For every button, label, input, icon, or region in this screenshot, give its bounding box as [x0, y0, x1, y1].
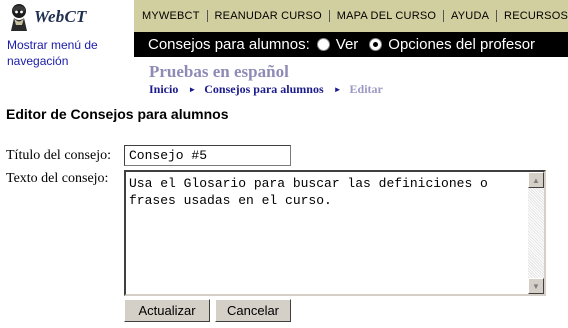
nav-divider [496, 10, 498, 22]
course-title: Pruebas en español [149, 62, 289, 81]
tips-bar-label: Consejos para alumnos: [148, 36, 310, 53]
tip-text-label: Texto del consejo: [6, 171, 109, 186]
tip-text-content[interactable]: Usa el Glosario para buscar las definici… [129, 175, 525, 209]
breadcrumb: Inicio ► Consejos para alumnos ► Editar [149, 82, 383, 97]
textarea-scrollbar[interactable]: ▲ ▼ [528, 172, 544, 294]
logo-text: WebCT [34, 7, 87, 26]
nav-mywebct[interactable]: MYWEBCT [142, 10, 200, 22]
top-navigation-bar: MYWEBCT REANUDAR CURSO MAPA DEL CURSO AY… [134, 0, 568, 32]
cancel-button[interactable]: Cancelar [215, 299, 291, 322]
webct-logo-figure-icon [11, 4, 27, 31]
radio-ver[interactable] [316, 38, 330, 51]
radio-opciones-profesor[interactable] [369, 38, 383, 51]
nav-divider [443, 10, 445, 22]
breadcrumb-inicio[interactable]: Inicio [149, 82, 178, 96]
scroll-up-icon[interactable]: ▲ [528, 172, 544, 188]
webct-logo[interactable]: WebCT [4, 3, 129, 31]
tip-text-textarea[interactable]: Usa el Glosario para buscar las definici… [124, 170, 546, 296]
student-tips-bar: Consejos para alumnos: Ver Opciones del … [134, 32, 568, 57]
page-title: Editor de Consejos para alumnos [6, 106, 229, 122]
nav-ayuda[interactable]: AYUDA [451, 10, 489, 22]
update-button[interactable]: Actualizar [124, 299, 210, 322]
radio-opciones-profesor-label[interactable]: Opciones del profesor [388, 36, 535, 53]
breadcrumb-current: Editar [349, 82, 383, 96]
breadcrumb-consejos[interactable]: Consejos para alumnos [204, 82, 323, 96]
breadcrumb-arrow-icon: ► [333, 85, 342, 94]
nav-recursos[interactable]: RECURSOS [504, 10, 568, 22]
nav-reanudar-curso[interactable]: REANUDAR CURSO [215, 10, 322, 22]
show-navigation-menu-link[interactable]: Mostrar menú de navegación [7, 37, 127, 69]
scroll-down-icon[interactable]: ▼ [528, 278, 544, 294]
nav-divider [206, 10, 208, 22]
tip-title-label: Título del consejo: [6, 148, 111, 163]
nav-divider [328, 10, 330, 22]
nav-mapa-del-curso[interactable]: MAPA DEL CURSO [337, 10, 436, 22]
radio-ver-label[interactable]: Ver [336, 36, 359, 53]
breadcrumb-arrow-icon: ► [188, 85, 197, 94]
tip-title-input[interactable] [124, 145, 291, 166]
